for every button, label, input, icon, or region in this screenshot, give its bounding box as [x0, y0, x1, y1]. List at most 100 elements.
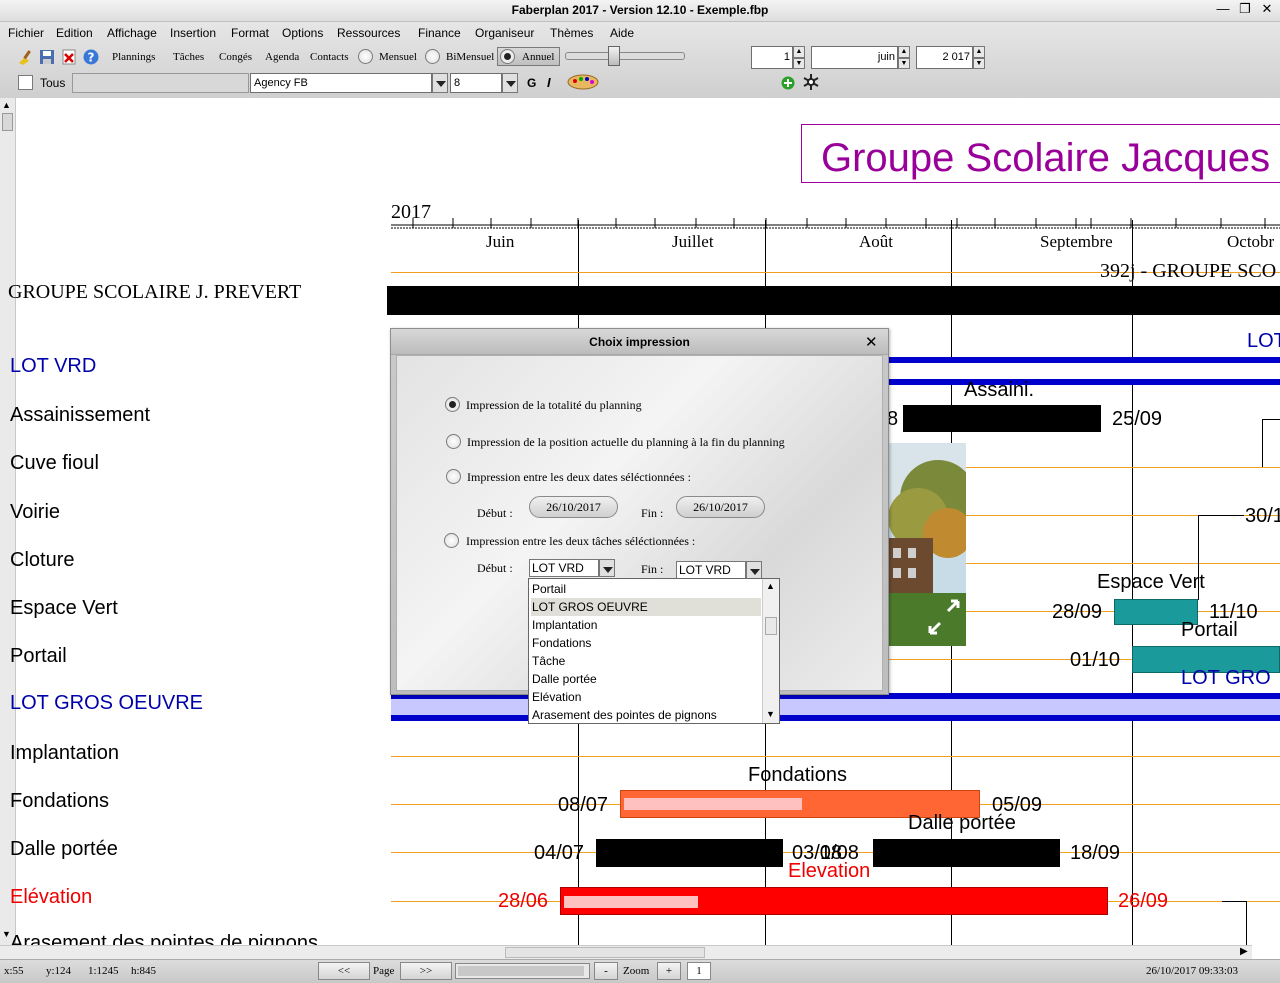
menu-format[interactable]: Format: [231, 26, 269, 40]
date-end-button[interactable]: 26/10/2017: [676, 496, 765, 518]
view-slider-track[interactable]: [565, 52, 685, 60]
mensuel-radio[interactable]: [358, 49, 373, 64]
menu-options[interactable]: Options: [282, 26, 323, 40]
menu-themes[interactable]: Thèmes: [550, 26, 593, 40]
day-spin-up[interactable]: ▲: [793, 46, 805, 58]
option-position-radio[interactable]: [446, 434, 461, 449]
menu-finance[interactable]: Finance: [418, 26, 461, 40]
date-start-button[interactable]: 26/10/2017: [529, 496, 618, 518]
month-aout: Août: [859, 232, 893, 251]
dalle-bar-1[interactable]: [596, 839, 783, 867]
zoom-out-button[interactable]: -: [594, 962, 618, 980]
day-field[interactable]: 1: [751, 46, 793, 69]
italic-button[interactable]: I: [547, 75, 551, 90]
option-totalite-radio[interactable]: [445, 397, 460, 412]
scroll-right-arrow-icon[interactable]: ▶: [1240, 946, 1248, 957]
broom-icon[interactable]: [17, 49, 33, 65]
minimize-button[interactable]: —: [1214, 2, 1232, 18]
plannings-link[interactable]: Plannings: [112, 51, 155, 63]
year-spin-up[interactable]: ▲: [973, 46, 985, 58]
menu-insertion[interactable]: Insertion: [170, 26, 216, 40]
dropdown-item-tache[interactable]: Tâche: [531, 652, 761, 670]
zoom-in-button[interactable]: +: [657, 962, 681, 980]
month-field[interactable]: juin: [811, 46, 898, 69]
elevation-start-date: 28/06: [498, 890, 549, 912]
assainissement-bar[interactable]: [903, 405, 1101, 432]
year-spin-down[interactable]: ▼: [973, 58, 985, 69]
help-icon[interactable]: ?: [83, 49, 99, 65]
horizontal-scroll-thumb[interactable]: [505, 947, 705, 958]
fondations-start-date: 08/07: [558, 794, 609, 816]
month-spin-up[interactable]: ▲: [898, 46, 910, 58]
elevation-bar[interactable]: [560, 887, 1108, 915]
palette-icon[interactable]: [567, 74, 599, 90]
next-page-button[interactable]: >>: [400, 962, 452, 980]
menu-ressources[interactable]: Ressources: [337, 26, 400, 40]
task-start-dropdown-button[interactable]: [599, 559, 615, 577]
font-name-dropdown-button[interactable]: [432, 73, 448, 93]
day-spin-down[interactable]: ▼: [793, 58, 805, 69]
close-window-button[interactable]: ✕: [1258, 2, 1276, 18]
menu-organiseur[interactable]: Organiseur: [475, 26, 534, 40]
dropdown-scroll-down-icon[interactable]: ▼: [766, 709, 775, 719]
dropdown-item-arasement[interactable]: Arasement des pointes de pignons: [531, 706, 761, 724]
task-dropdown-list[interactable]: Portail LOT GROS OEUVRE Implantation Fon…: [528, 578, 780, 724]
month-spin-down[interactable]: ▼: [898, 58, 910, 69]
restore-button[interactable]: ❐: [1236, 2, 1254, 18]
row-label-implantation: Implantation: [10, 742, 119, 764]
font-size-field[interactable]: 8: [450, 73, 502, 93]
agenda-link[interactable]: Agenda: [265, 51, 299, 63]
delete-icon[interactable]: [61, 49, 77, 65]
horizontal-scrollbar[interactable]: ▶: [0, 945, 1252, 959]
tous-filter-field[interactable]: [72, 73, 249, 93]
menu-affichage[interactable]: Affichage: [107, 26, 157, 40]
zoom-value-field[interactable]: 1: [687, 962, 711, 980]
page-slider[interactable]: [455, 963, 590, 979]
dropdown-item-implantation[interactable]: Implantation: [531, 616, 761, 634]
dropdown-scrollbar[interactable]: ▲ ▼: [762, 579, 779, 723]
vertical-scroll-thumb[interactable]: [2, 113, 13, 131]
task-end-dropdown-button[interactable]: [746, 561, 762, 579]
font-name-field[interactable]: Agency FB: [250, 73, 432, 93]
dropdown-scroll-thumb[interactable]: [765, 617, 777, 635]
task-end-select[interactable]: LOT VRD: [676, 561, 746, 579]
view-slider-thumb[interactable]: [608, 46, 621, 66]
dropdown-item-lot-gros-oeuvre[interactable]: LOT GROS OEUVRE: [531, 598, 761, 616]
window-title: Faberplan 2017 - Version 12.10 - Exemple…: [511, 3, 769, 17]
bold-button[interactable]: G: [527, 76, 536, 90]
conges-link[interactable]: Congés: [219, 51, 252, 63]
option-position-label: Impression de la position actuelle du pl…: [467, 435, 785, 449]
dropdown-item-dalle-portee[interactable]: Dalle portée: [531, 670, 761, 688]
year-field[interactable]: 2 017: [916, 46, 973, 69]
font-size-dropdown-button[interactable]: [502, 73, 518, 93]
annuel-radio[interactable]: [500, 49, 515, 64]
bimensuel-radio[interactable]: [425, 49, 440, 64]
row-label-cloture: Cloture: [10, 549, 75, 571]
lot-gros-oeuvre-bar[interactable]: [391, 693, 1280, 721]
dropdown-item-portail[interactable]: Portail: [531, 580, 761, 598]
project-summary-bar[interactable]: [387, 286, 1280, 315]
status-scale: 1:1245: [88, 965, 119, 977]
menu-fichier[interactable]: Fichier: [8, 26, 44, 40]
dialog-close-icon[interactable]: ✕: [865, 333, 878, 351]
month-septembre: Septembre: [1040, 232, 1113, 251]
option-taches-radio[interactable]: [444, 533, 459, 548]
save-icon[interactable]: [39, 49, 55, 65]
lot-vrd-bar[interactable]: [887, 357, 1280, 385]
scroll-up-arrow-icon[interactable]: ▲: [2, 100, 11, 110]
contacts-link[interactable]: Contacts: [310, 51, 349, 63]
add-icon[interactable]: [781, 76, 795, 90]
snowflake-icon[interactable]: [802, 73, 820, 91]
menu-edition[interactable]: Edition: [56, 26, 93, 40]
menu-aide[interactable]: Aide: [610, 26, 634, 40]
dropdown-item-fondations[interactable]: Fondations: [531, 634, 761, 652]
tous-checkbox[interactable]: [18, 75, 33, 90]
previous-page-button[interactable]: <<: [318, 962, 370, 980]
summary-label: 392j - GROUPE SCO: [1100, 260, 1277, 282]
dalle-bar-2[interactable]: [873, 839, 1060, 867]
dropdown-scroll-up-icon[interactable]: ▲: [766, 581, 775, 591]
taches-link[interactable]: Tâches: [173, 51, 204, 63]
dropdown-item-elevation[interactable]: Elévation: [531, 688, 761, 706]
option-dates-radio[interactable]: [446, 469, 461, 484]
task-start-select[interactable]: LOT VRD: [529, 559, 599, 577]
